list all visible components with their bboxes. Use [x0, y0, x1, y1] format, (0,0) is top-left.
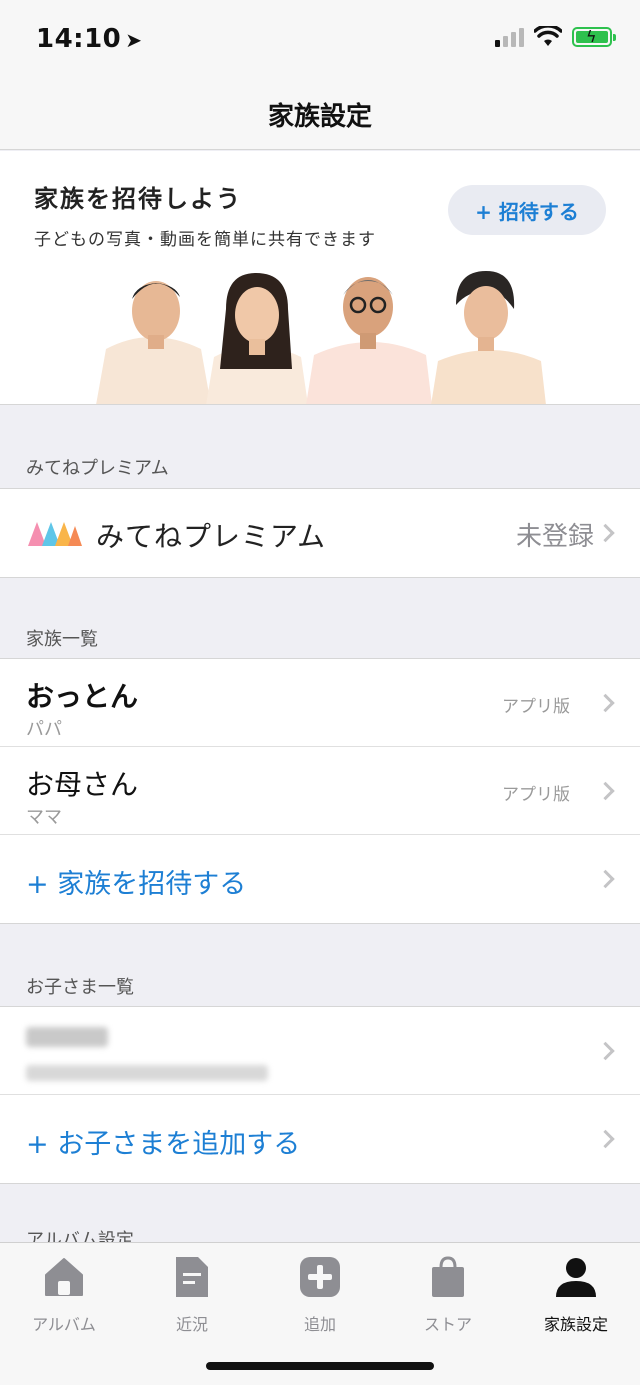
premium-section-header: みてねプレミアム [26, 458, 169, 479]
navigation-bar: 家族設定 [0, 80, 640, 150]
invite-family-row[interactable]: + 家族を招待する [0, 835, 640, 923]
shopping-bag-icon [432, 1256, 464, 1297]
family-section-header: 家族一覧 [26, 629, 98, 650]
battery-icon: ϟ [572, 27, 616, 47]
person-icon [556, 1258, 596, 1297]
location-arrow-icon: ➤ [125, 28, 143, 52]
family-member-row[interactable]: おっとん パパ アプリ版 [0, 659, 640, 747]
person-young-woman-image [206, 273, 308, 404]
home-indicator [206, 1362, 434, 1370]
tab-family-settings[interactable]: 家族設定 [512, 1255, 640, 1335]
premium-row[interactable]: みてねプレミアム 未登録 [0, 489, 640, 577]
invite-title: 家族を招待しよう [34, 185, 242, 213]
status-bar: 14:10 ➤ ϟ [0, 0, 640, 80]
mitene-logo-icon [28, 522, 82, 546]
page-title: 家族設定 [267, 102, 372, 132]
chevron-right-icon [596, 1129, 615, 1149]
person-older-woman-image [431, 271, 546, 404]
cellular-signal-icon [495, 27, 524, 47]
add-child-link: + お子さまを追加する [26, 1129, 301, 1160]
chevron-right-icon [596, 1041, 615, 1060]
wifi-icon [534, 26, 562, 46]
status-time: 14:10 ➤ [36, 24, 143, 54]
premium-label: みてねプレミアム [96, 520, 327, 553]
tab-store[interactable]: ストア [384, 1255, 512, 1335]
family-list: おっとん パパ アプリ版 お母さん ママ アプリ版 + 家族を招待する [0, 658, 640, 924]
blurred-child-name [26, 1027, 108, 1047]
person-older-man-image [306, 277, 432, 404]
invite-family-link: + 家族を招待する [26, 869, 247, 900]
add-child-row[interactable]: + お子さまを追加する [0, 1095, 640, 1183]
member-app-tag: アプリ版 [502, 697, 570, 717]
member-role: パパ [26, 719, 62, 740]
invite-family-card: 家族を招待しよう 子どもの写真・動画を簡単に共有できます + 招待する [0, 151, 640, 405]
chevron-right-icon [596, 523, 615, 543]
tab-label: アルバム [32, 1315, 96, 1334]
status-icons: ϟ [495, 26, 616, 48]
invite-subtitle: 子どもの写真・動画を簡単に共有できます [34, 230, 376, 250]
home-icon [45, 1258, 83, 1296]
member-name: おっとん [26, 680, 139, 713]
clock-text: 14:10 [36, 24, 122, 54]
member-role: ママ [26, 807, 62, 828]
document-icon [176, 1257, 208, 1297]
charging-bolt-icon: ϟ [586, 27, 597, 46]
plus-icon [300, 1257, 340, 1297]
tab-label: 家族設定 [543, 1315, 608, 1334]
child-row[interactable] [0, 1007, 640, 1095]
family-member-row[interactable]: お母さん ママ アプリ版 [0, 747, 640, 835]
chevron-right-icon [596, 781, 615, 800]
member-name: お母さん [26, 768, 139, 801]
tab-updates[interactable]: 近況 [128, 1255, 256, 1335]
tab-add[interactable]: 追加 [256, 1255, 384, 1335]
invite-button[interactable]: + 招待する [448, 185, 606, 235]
tab-album[interactable]: アルバム [0, 1255, 128, 1335]
children-section-header: お子さま一覧 [26, 977, 134, 998]
blurred-child-birthdate [26, 1065, 268, 1081]
tab-label: 近況 [175, 1315, 208, 1334]
family-illustration [96, 271, 546, 404]
chevron-right-icon [596, 869, 615, 889]
tab-label: ストア [423, 1315, 472, 1334]
person-young-man-image [96, 281, 211, 404]
member-app-tag: アプリ版 [502, 785, 570, 805]
tab-label: 追加 [303, 1315, 336, 1334]
premium-status: 未登録 [515, 522, 594, 552]
premium-group: みてねプレミアム 未登録 [0, 488, 640, 578]
chevron-right-icon [596, 693, 615, 712]
children-list: + お子さまを追加する [0, 1006, 640, 1184]
